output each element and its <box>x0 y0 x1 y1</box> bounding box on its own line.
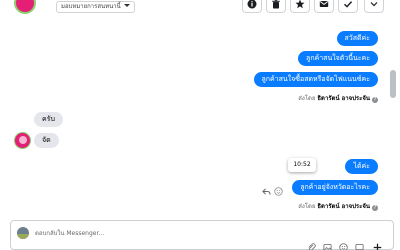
saved-reply-icon[interactable] <box>355 243 364 250</box>
reply-input[interactable] <box>35 227 235 239</box>
attachment-icon[interactable] <box>307 243 316 250</box>
sender-name: ธิดารัตน์ อาจประจัน <box>317 95 370 102</box>
info-icon <box>247 0 257 9</box>
outgoing-message[interactable]: สวัสดีค่ะ <box>336 31 378 46</box>
conversation-header: มอบหมายการสนทนานี้ <box>0 0 400 16</box>
timestamp-tooltip: 10:52 <box>288 158 316 172</box>
reply-icon[interactable] <box>262 187 271 196</box>
assign-conversation-dropdown[interactable]: มอบหมายการสนทนานี้ <box>56 1 135 13</box>
info-button[interactable] <box>242 0 262 13</box>
image-icon[interactable] <box>323 243 332 250</box>
customer-avatar[interactable] <box>14 0 36 14</box>
mail-icon <box>319 1 329 7</box>
trash-icon <box>272 0 280 9</box>
sender-name: ธิดารัตน์ อาจประจัน <box>317 203 370 210</box>
more-button[interactable] <box>364 0 384 13</box>
assign-label: มอบหมายการสนทนานี้ <box>61 3 121 10</box>
caret-down-icon <box>123 4 130 7</box>
chevron-down-icon <box>370 2 378 7</box>
star-button[interactable] <box>290 0 310 13</box>
sent-by-prefix: ส่งโดย <box>298 95 316 102</box>
emoji-icon[interactable] <box>339 243 348 250</box>
outgoing-message[interactable]: ลูกค้าสนใจตัวนี้นะคะ <box>298 51 378 66</box>
delete-button[interactable] <box>266 0 286 13</box>
mark-done-button[interactable] <box>338 0 358 13</box>
outgoing-message[interactable]: ลูกค้าอยู่จังหวัดอะไรคะ <box>292 180 378 195</box>
message-composer <box>10 220 394 250</box>
incoming-message[interactable]: ครับ <box>34 112 63 127</box>
mark-unread-button[interactable] <box>314 0 334 13</box>
star-icon <box>295 0 305 9</box>
incoming-message[interactable]: จัด <box>34 133 59 148</box>
sent-by-line: ส่งโดย ธิดารัตน์ อาจประจัน? <box>298 201 378 211</box>
outgoing-message[interactable]: ได้ค่ะ <box>345 159 378 174</box>
info-icon[interactable]: ? <box>372 97 378 103</box>
customer-avatar-small <box>14 132 31 149</box>
info-icon[interactable]: ? <box>372 205 378 211</box>
page-avatar <box>17 227 29 239</box>
sent-by-line: ส่งโดย ธิดารัตน์ อาจประจัน? <box>298 93 378 103</box>
sent-by-prefix: ส่งโดย <box>298 203 316 210</box>
add-icon[interactable] <box>373 243 382 250</box>
thread-scrollbar[interactable] <box>390 70 396 98</box>
outgoing-message[interactable]: ลูกค้าสนใจซื้อสดหรือจัดไฟแนนซ์คะ <box>253 72 378 87</box>
smiley-icon[interactable] <box>274 187 283 196</box>
check-icon <box>344 1 353 8</box>
